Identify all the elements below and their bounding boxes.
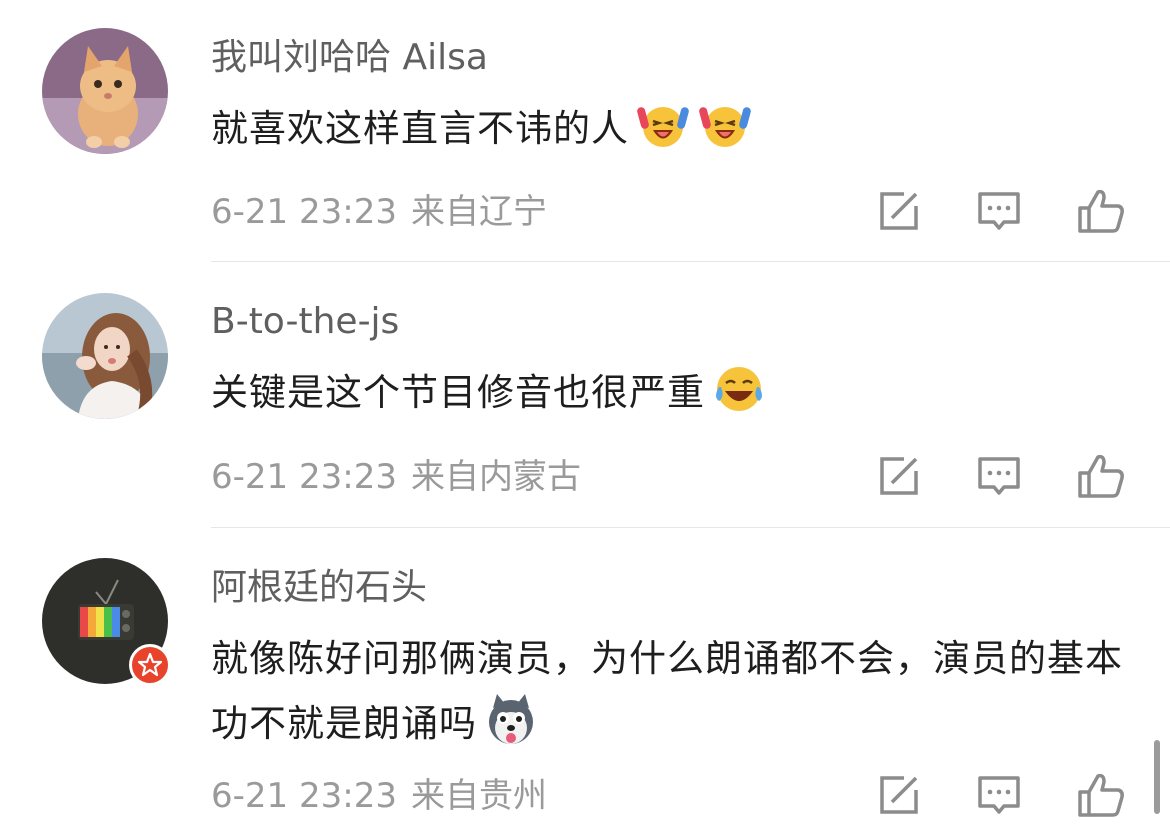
forward-icon[interactable] [874,770,924,820]
comment-meta: 6-21 23:23 来自贵州 [211,776,547,816]
comment-text: 就像陈好问那俩演员，为什么朗诵都不会，演员的基本功不就是朗诵吗 [211,626,1131,756]
comment-location: 来自贵州 [410,776,547,816]
comment-username[interactable]: 阿根廷的石头 [211,566,427,610]
comment-text-body: 就像陈好问那俩演员，为什么朗诵都不会，演员的基本功不就是朗诵吗 [211,637,1123,745]
like-thumbs-up-icon[interactable] [1076,770,1126,820]
vip-star-badge [129,644,171,686]
comment-item: 阿根廷的石头 就像陈好问那俩演员，为什么朗诵都不会，演员的基本功不就是朗诵吗 6… [0,0,1170,832]
star-icon [137,652,163,677]
comment-actions [870,770,1130,820]
scrollbar[interactable] [1154,740,1160,814]
reply-comment-icon[interactable] [974,770,1024,820]
husky-dog-emoji [489,694,533,744]
comment-timestamp: 6-21 23:23 [211,776,397,816]
